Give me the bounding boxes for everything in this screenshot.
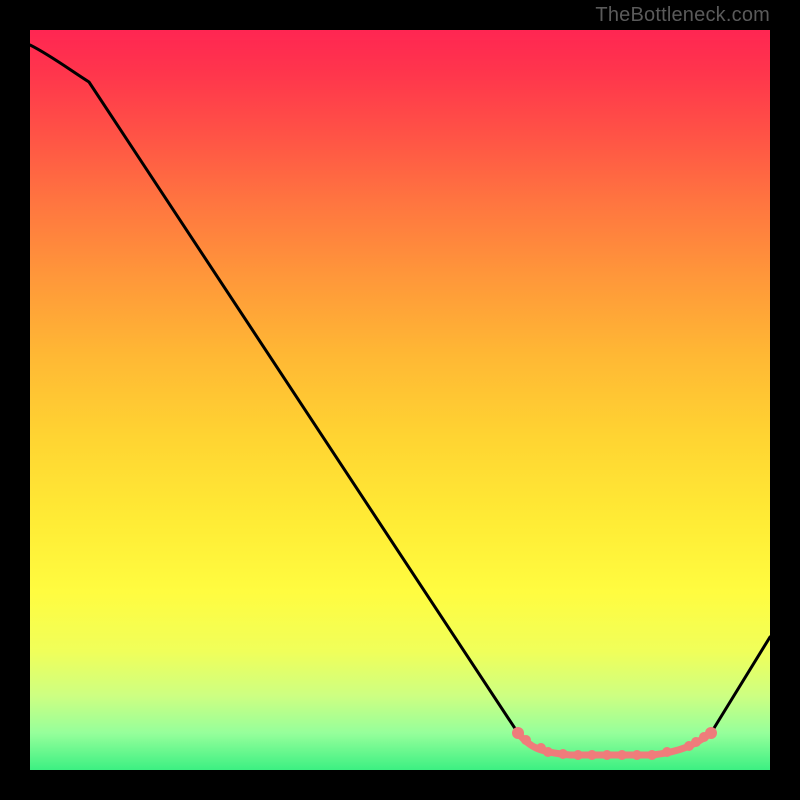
chart-svg <box>30 30 770 770</box>
plot-area <box>30 30 770 770</box>
watermark-text: TheBottleneck.com <box>595 4 770 27</box>
curve-main <box>30 45 770 755</box>
chart-frame: TheBottleneck.com <box>0 0 800 800</box>
